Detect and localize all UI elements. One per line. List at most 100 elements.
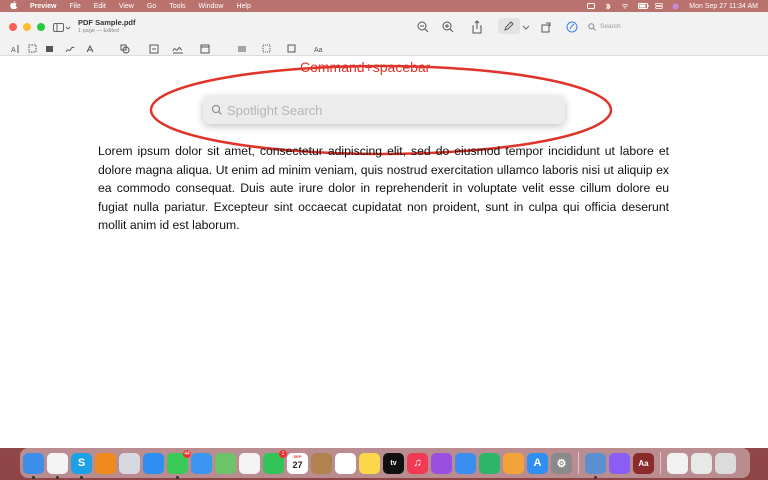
text-box-icon[interactable] bbox=[149, 44, 159, 54]
search-field[interactable]: Search bbox=[588, 20, 708, 33]
notes-icon[interactable] bbox=[359, 452, 380, 474]
control-center-icon[interactable] bbox=[655, 3, 664, 9]
markup-dropdown-button[interactable] bbox=[522, 20, 536, 34]
messages-icon[interactable]: 44 bbox=[167, 449, 191, 479]
rotate-button[interactable] bbox=[540, 20, 554, 34]
share-icon bbox=[472, 20, 482, 34]
search-icon bbox=[211, 104, 222, 115]
facetime-icon[interactable]: 1 bbox=[263, 449, 287, 474]
screen-mirror-icon[interactable] bbox=[587, 3, 596, 9]
calendar-icon[interactable]: SEP 27 bbox=[287, 452, 308, 474]
svg-text:Aa: Aa bbox=[314, 47, 323, 54]
note-icon[interactable] bbox=[200, 44, 210, 54]
running-indicator bbox=[594, 475, 597, 479]
trash-icon[interactable] bbox=[715, 452, 736, 474]
menu-help[interactable]: Help bbox=[236, 3, 250, 10]
rotate-icon bbox=[541, 22, 551, 33]
chrome-icon[interactable] bbox=[47, 452, 68, 479]
skype-icon[interactable]: S bbox=[71, 452, 92, 479]
menu-view[interactable]: View bbox=[119, 3, 134, 10]
messenger-icon[interactable] bbox=[609, 452, 630, 474]
search-placeholder: Search bbox=[600, 23, 621, 30]
markup-toolbar-button[interactable] bbox=[498, 18, 520, 34]
dock-separator bbox=[578, 452, 579, 474]
shape-style-icon[interactable] bbox=[237, 44, 247, 54]
sign-icon[interactable] bbox=[172, 44, 183, 54]
document-body-text: Lorem ipsum dolor sit amet, consectetur … bbox=[98, 144, 669, 233]
zoom-out-icon bbox=[417, 21, 429, 33]
app-store-icon[interactable]: A bbox=[527, 452, 548, 474]
chevron-down-icon bbox=[522, 25, 530, 30]
window-controls bbox=[9, 23, 45, 31]
menu-edit[interactable]: Edit bbox=[94, 3, 106, 10]
sketch-icon[interactable] bbox=[65, 44, 75, 54]
spotlight-search-bar[interactable] bbox=[203, 96, 565, 124]
dock-separator bbox=[660, 452, 661, 474]
notes-brown-icon[interactable] bbox=[311, 452, 332, 474]
battery-icon[interactable] bbox=[638, 3, 649, 9]
annotate-button[interactable] bbox=[565, 20, 579, 34]
maps-icon[interactable] bbox=[215, 452, 236, 474]
svg-text:A: A bbox=[11, 47, 16, 54]
menu-tools[interactable]: Tools bbox=[169, 3, 185, 10]
share-button[interactable] bbox=[470, 20, 484, 34]
photos-icon[interactable] bbox=[239, 452, 260, 474]
menu-bar: Preview File Edit View Go Tools Window H… bbox=[0, 0, 768, 12]
siri-icon[interactable] bbox=[672, 3, 680, 10]
menu-go[interactable]: Go bbox=[147, 3, 156, 10]
redact-icon[interactable] bbox=[45, 44, 55, 54]
markup-toolbar: A Aa bbox=[0, 42, 768, 56]
spotlight-search-input[interactable] bbox=[227, 102, 547, 118]
menu-clock[interactable]: Mon Sep 27 11:34 AM bbox=[689, 3, 758, 10]
vlc-icon[interactable] bbox=[95, 452, 116, 474]
reminders-icon[interactable] bbox=[335, 452, 356, 474]
launchpad-icon[interactable] bbox=[119, 452, 140, 474]
system-preferences-icon[interactable]: ⚙ bbox=[551, 452, 572, 474]
preview-icon[interactable] bbox=[585, 452, 606, 479]
menu-file[interactable]: File bbox=[69, 3, 80, 10]
text-style-icon[interactable]: Aa bbox=[314, 44, 324, 54]
running-indicator bbox=[32, 475, 35, 479]
zoom-window-button[interactable] bbox=[37, 23, 45, 31]
window-toolbar: PDF Sample.pdf 1 page — Edited Search A bbox=[0, 12, 768, 56]
apple-tv-icon[interactable]: tv bbox=[383, 452, 404, 474]
finder-icon[interactable] bbox=[23, 452, 44, 479]
dock-glyph: 27 bbox=[292, 460, 303, 470]
document-status: 1 page — Edited bbox=[78, 28, 119, 34]
podcasts-icon[interactable] bbox=[431, 452, 452, 474]
zoom-out-button[interactable] bbox=[416, 20, 430, 34]
keynote-icon[interactable] bbox=[455, 452, 476, 474]
pages-icon[interactable] bbox=[503, 452, 524, 474]
markup-circle-icon bbox=[566, 21, 578, 33]
sidebar-icon bbox=[53, 23, 71, 32]
safari-icon[interactable] bbox=[143, 452, 164, 474]
music-icon[interactable]: ♫ bbox=[407, 452, 428, 474]
wifi-icon[interactable] bbox=[621, 3, 629, 9]
running-indicator bbox=[56, 475, 59, 479]
shapes-icon[interactable] bbox=[120, 44, 130, 54]
close-window-button[interactable] bbox=[9, 23, 17, 31]
zoom-in-icon bbox=[442, 21, 454, 33]
dock-glyph: ⚙ bbox=[556, 457, 567, 470]
downloads-stack-icon[interactable] bbox=[667, 452, 688, 474]
documents-stack-icon[interactable] bbox=[691, 452, 712, 474]
border-color-icon[interactable] bbox=[262, 44, 272, 54]
menu-window[interactable]: Window bbox=[199, 3, 224, 10]
running-indicator bbox=[176, 475, 179, 479]
numbers-icon[interactable] bbox=[479, 452, 500, 474]
mail-icon[interactable] bbox=[191, 452, 212, 474]
text-selection-icon[interactable]: A bbox=[11, 44, 21, 54]
zoom-in-button[interactable] bbox=[441, 20, 455, 34]
rect-selection-icon[interactable] bbox=[28, 44, 38, 54]
minimize-window-button[interactable] bbox=[23, 23, 31, 31]
running-indicator bbox=[80, 475, 83, 479]
apple-menu-icon[interactable] bbox=[10, 1, 17, 11]
dictionary-icon[interactable]: Aa bbox=[633, 452, 654, 474]
bluetooth-icon[interactable] bbox=[604, 3, 612, 10]
fill-color-icon[interactable] bbox=[287, 44, 297, 54]
sidebar-toggle-button[interactable] bbox=[53, 21, 71, 33]
pen-tip-icon bbox=[504, 21, 514, 31]
menu-app-preview[interactable]: Preview bbox=[30, 3, 56, 10]
notification-badge: 1 bbox=[279, 449, 287, 458]
draw-icon[interactable] bbox=[86, 44, 96, 54]
